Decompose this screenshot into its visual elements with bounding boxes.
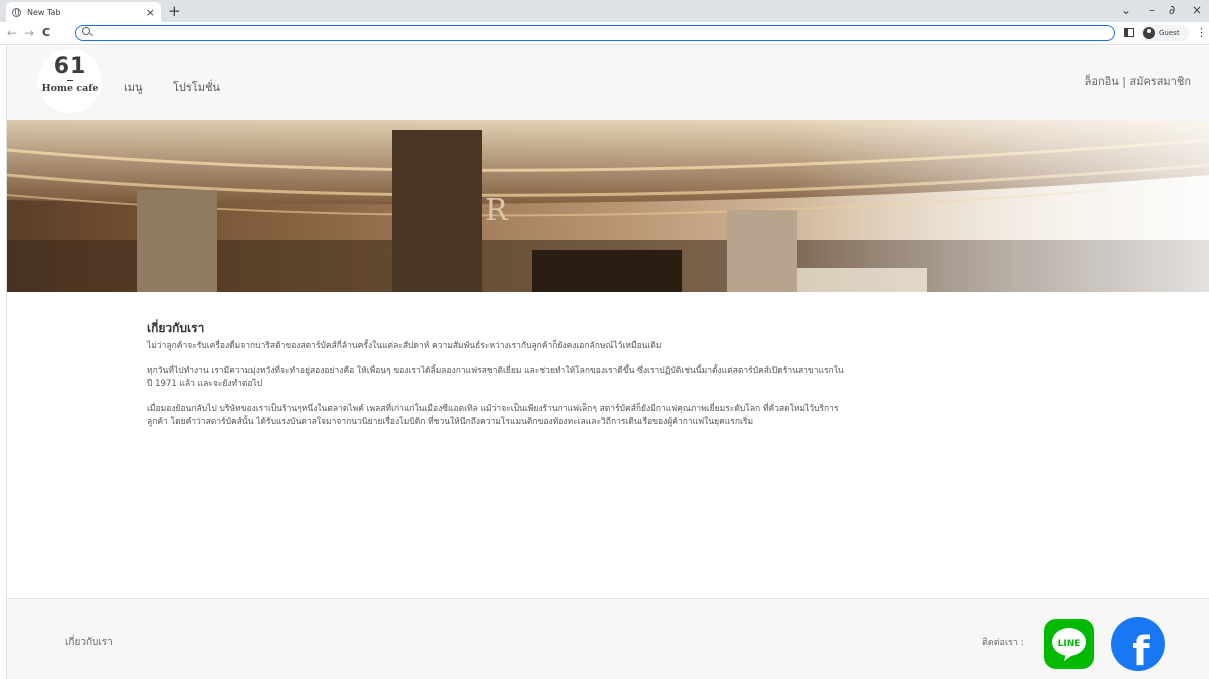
address-bar[interactable] bbox=[75, 25, 1115, 41]
about-section: เกี่ยวกับเรา ไม่ว่าลูกค้าจะรับเครื่องดื่… bbox=[147, 319, 847, 441]
site-header: 61 Home cafe เมนู โปรโมชั่น ล็อกอิน | สม… bbox=[7, 46, 1209, 120]
facebook-icon[interactable]: f bbox=[1111, 617, 1165, 675]
restore-button[interactable]: ∂ bbox=[1169, 3, 1175, 17]
facebook-logo-svg: f bbox=[1111, 617, 1165, 675]
web-page: 61 Home cafe เมนู โปรโมชั่น ล็อกอิน | สม… bbox=[6, 46, 1209, 679]
logo-text: Home cafe bbox=[41, 83, 99, 94]
avatar-icon bbox=[1143, 27, 1155, 39]
about-paragraph-2: ทุกวันที่ไปทำงาน เรามีความมุ่งหวังที่จะท… bbox=[147, 366, 844, 389]
browser-toolbar: ← → C Guest ⋮ bbox=[0, 22, 1209, 45]
browser-tab-strip: New Tab × + ⌄ – ∂ × bbox=[0, 0, 1209, 22]
logo-divider bbox=[67, 80, 73, 81]
tab-search-dropdown-icon[interactable]: ⌄ bbox=[1121, 3, 1131, 17]
search-icon bbox=[82, 27, 90, 35]
facebook-glyph: f bbox=[1132, 629, 1150, 671]
line-logo-svg: LINE bbox=[1052, 628, 1086, 661]
line-icon[interactable]: LINE bbox=[1044, 619, 1094, 669]
browser-menu-icon[interactable]: ⋮ bbox=[1196, 26, 1207, 39]
new-tab-button[interactable]: + bbox=[168, 2, 181, 20]
logo-number: 61 bbox=[53, 54, 87, 79]
profile-label: Guest bbox=[1159, 29, 1180, 37]
contact-label: ติดต่อเรา : bbox=[982, 638, 1024, 648]
about-paragraph-3: เมื่อมองย้อนกลับไป บริษัทของเราเป็นร้านๆ… bbox=[147, 404, 839, 427]
line-label: LINE bbox=[1058, 639, 1081, 649]
close-window-button[interactable]: × bbox=[1192, 3, 1202, 17]
globe-icon bbox=[12, 7, 21, 17]
tab-close-icon[interactable]: × bbox=[146, 6, 155, 19]
back-button[interactable]: ← bbox=[7, 26, 17, 40]
tab-title: New Tab bbox=[27, 7, 61, 17]
footer-about-link[interactable]: เกี่ยวกับเรา bbox=[65, 635, 113, 650]
nav-promotion-link[interactable]: โปรโมชั่น bbox=[173, 78, 220, 96]
minimize-button[interactable]: – bbox=[1149, 3, 1155, 17]
nav-menu-link[interactable]: เมนู bbox=[124, 78, 143, 96]
side-panel-icon[interactable] bbox=[1124, 28, 1134, 37]
hero-banner-image: R bbox=[7, 120, 1209, 292]
forward-button[interactable]: → bbox=[24, 26, 34, 40]
about-paragraph-1: ไม่ว่าลูกค้าจะรับเครื่องดื่มจากบาริสต้าข… bbox=[147, 341, 662, 351]
site-logo[interactable]: 61 Home cafe bbox=[38, 49, 102, 113]
reload-button[interactable]: C bbox=[42, 26, 50, 39]
login-register-link[interactable]: ล็อกอิน | สมัครสมาชิก bbox=[1085, 72, 1191, 90]
browser-tab[interactable]: New Tab × bbox=[6, 2, 161, 22]
profile-button[interactable]: Guest bbox=[1141, 25, 1189, 41]
cafe-interior-illustration: R bbox=[7, 120, 1209, 292]
about-title: เกี่ยวกับเรา bbox=[147, 321, 205, 335]
site-footer: เกี่ยวกับเรา ติดต่อเรา : LINE f bbox=[7, 598, 1209, 679]
